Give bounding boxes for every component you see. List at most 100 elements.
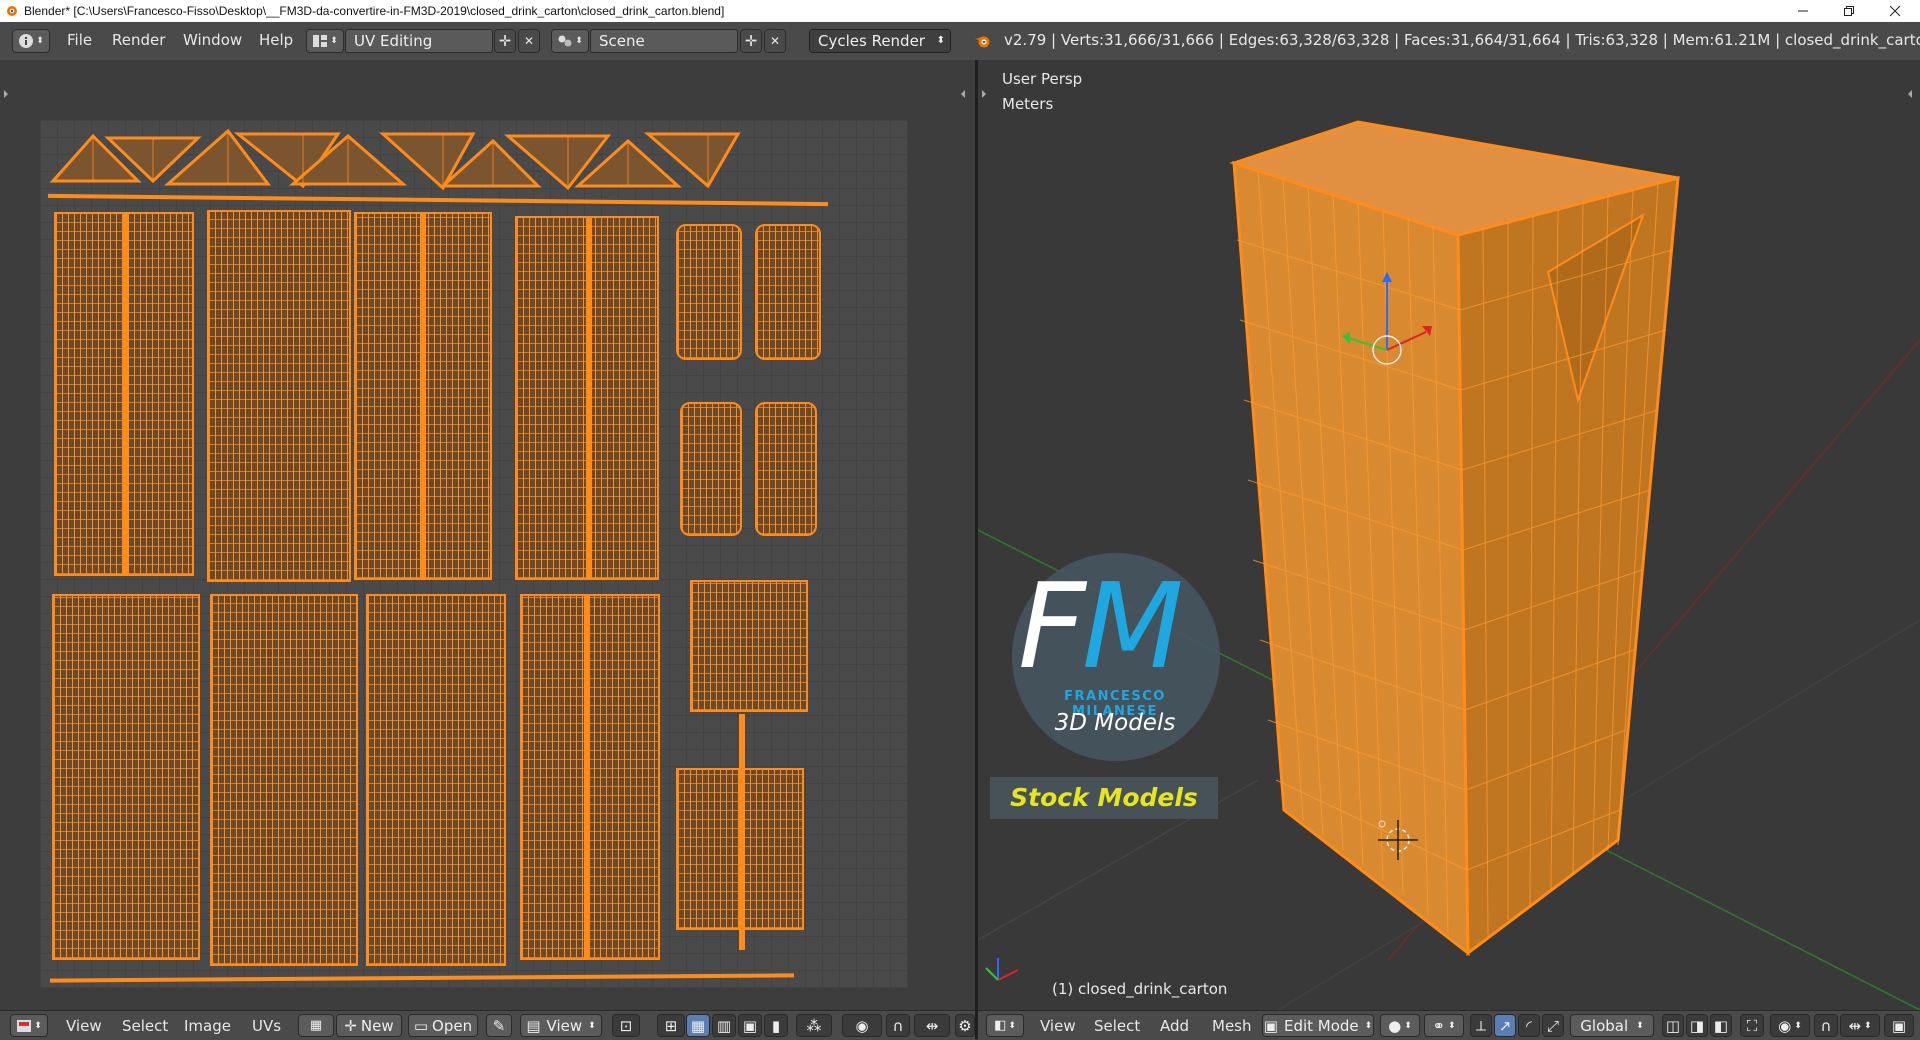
chevron-updown-icon: ⬍	[1864, 1020, 1872, 1031]
island-select-button[interactable]: ▮	[764, 1014, 788, 1037]
rotate-manipulator[interactable]: ◜	[1518, 1014, 1540, 1037]
viewport-shading-dropdown[interactable]: ● ⬍	[1380, 1014, 1420, 1037]
uv-island	[676, 224, 742, 360]
chevron-updown-icon: ⬍	[36, 36, 44, 46]
open-image-button[interactable]: ▭ Open	[408, 1014, 478, 1037]
snap-toggle[interactable]: ∩	[1814, 1014, 1838, 1037]
chevron-updown-icon: ⬍	[34, 1020, 42, 1031]
manipulator-icon: ⟂	[1475, 1016, 1486, 1035]
snap-element-dropdown[interactable]: ⇹ ⬍	[1840, 1014, 1880, 1037]
vertex-icon: ◫	[1665, 1016, 1681, 1035]
menu-window[interactable]: Window	[183, 31, 242, 49]
uv-island	[690, 580, 808, 712]
scene-statistics: v2.79 | Verts:31,666/31,666 | Edges:63,3…	[1004, 31, 1920, 49]
minimize-button[interactable]	[1780, 0, 1826, 22]
chevron-updown-icon: ⬍	[1364, 1020, 1373, 1031]
orientation-label: Global	[1580, 1016, 1629, 1035]
mode-dropdown[interactable]: ▣ Edit Mode ⬍	[1262, 1014, 1374, 1037]
vertex-select-icon: ▦	[690, 1016, 706, 1035]
uv-menu-uvs[interactable]: UVs	[252, 1017, 281, 1035]
view-mode-dropdown[interactable]: ▤ View ⬍	[520, 1014, 602, 1037]
proportional-edit-dropdown[interactable]: ◉	[842, 1014, 882, 1037]
watermark-subtitle: 3D Models	[1054, 710, 1176, 736]
sticky-selection-dropdown[interactable]: ⁂	[796, 1014, 832, 1037]
proportional-edit-dropdown[interactable]: ◉ ⬍	[1770, 1014, 1810, 1037]
3d-viewport[interactable]: User Persp Meters (1) closed_drink_carto…	[978, 60, 1920, 1010]
screen-layout-name[interactable]: UV Editing	[345, 29, 493, 53]
image-browse-button[interactable]: ▦	[298, 1014, 334, 1037]
chevron-updown-icon: ⬍	[588, 1020, 596, 1031]
restore-icon	[1844, 6, 1854, 16]
scale-manipulator[interactable]: ⤢	[1542, 1014, 1564, 1037]
pin-button[interactable]: ✎	[486, 1014, 512, 1037]
editor-type-button[interactable]: ⬍	[12, 29, 50, 53]
opengl-render-button[interactable]: ▣	[1884, 1014, 1914, 1037]
face-select-icon: ▣	[742, 1016, 758, 1035]
close-button[interactable]	[1872, 0, 1918, 22]
uv-image-editor[interactable]	[0, 60, 975, 1010]
image-icon: ▦	[309, 1018, 323, 1033]
snap-toggle[interactable]: ∩	[886, 1014, 910, 1037]
limit-selection-toggle[interactable]: ⛶	[1740, 1014, 1764, 1037]
uv-menu-view[interactable]: View	[66, 1017, 102, 1035]
gear-icon: ⚙	[958, 1016, 972, 1035]
3d-menu-view[interactable]: View	[1040, 1017, 1076, 1035]
expand-toolshelf-arrow[interactable]	[4, 90, 8, 98]
menu-render[interactable]: Render	[112, 31, 165, 49]
uv-menu-image[interactable]: Image	[184, 1017, 231, 1035]
manipulator-toggle[interactable]: ⟂	[1470, 1014, 1492, 1037]
window-title: Blender* [C:\Users\Francesco-Fisso\Deskt…	[24, 4, 725, 18]
uv-display-button[interactable]: ⚙	[955, 1014, 975, 1037]
open-label: Open	[432, 1016, 473, 1035]
pin-icon: ✎	[492, 1016, 506, 1035]
vertex-select-mode[interactable]: ◫	[1662, 1014, 1684, 1037]
proportional-edit-icon: ◉	[1778, 1016, 1792, 1035]
delete-screen-button[interactable]: ✕	[518, 29, 540, 53]
sync-selection-button[interactable]: ⊞	[657, 1014, 685, 1037]
render-engine-dropdown[interactable]: Cycles Render ⬍	[809, 29, 951, 53]
edge-select-mode[interactable]: ◨	[1686, 1014, 1708, 1037]
scene-selector[interactable]: ⬍	[551, 29, 589, 53]
chevron-updown-icon: ⬍	[575, 36, 583, 46]
new-image-button[interactable]: ✛ New	[336, 1014, 402, 1037]
scene-name[interactable]: Scene	[590, 29, 738, 53]
menu-file[interactable]: File	[67, 31, 92, 49]
mode-label: Edit Mode	[1283, 1016, 1359, 1035]
expand-properties-arrow[interactable]	[961, 90, 965, 98]
sticky-icon: ⁂	[806, 1016, 822, 1035]
transform-orientation-dropdown[interactable]: Global ⬍	[1570, 1014, 1654, 1037]
menu-help[interactable]: Help	[259, 31, 293, 49]
snap-element-dropdown[interactable]: ⇹	[914, 1014, 950, 1037]
info-header: ⬍ File Render Window Help ⬍ UV Editing ✛…	[0, 22, 1920, 61]
delete-scene-button[interactable]: ✕	[764, 29, 786, 53]
face-icon: ◧	[1713, 1016, 1729, 1035]
screen-layout-selector[interactable]: ⬍	[306, 29, 344, 53]
restore-button[interactable]	[1826, 0, 1872, 22]
chevron-updown-icon: ⬍	[936, 35, 945, 46]
3d-menu-mesh[interactable]: Mesh	[1212, 1017, 1252, 1035]
plus-icon: ✛	[344, 1016, 357, 1035]
face-select-button[interactable]: ▣	[738, 1014, 762, 1037]
uv-menu-select[interactable]: Select	[122, 1017, 168, 1035]
close-icon: ✕	[523, 34, 535, 48]
vertex-select-button[interactable]: ▦	[686, 1014, 710, 1037]
chevron-updown-icon: ⬍	[1404, 1020, 1412, 1031]
translate-manipulator[interactable]: ↗	[1494, 1014, 1516, 1037]
active-object-label: (1) closed_drink_carton	[1052, 980, 1228, 998]
stock-models-text: Stock Models	[1010, 783, 1198, 812]
pivot-icon: ⚭	[1432, 1016, 1446, 1035]
add-screen-button[interactable]: ✛	[494, 29, 516, 53]
face-select-mode[interactable]: ◧	[1710, 1014, 1732, 1037]
uv-grid-canvas[interactable]	[40, 120, 908, 988]
editor-type-button[interactable]: ⬍	[10, 1014, 48, 1037]
render-engine-label: Cycles Render	[818, 32, 925, 50]
edge-select-button[interactable]: ▥	[712, 1014, 736, 1037]
uv-island	[52, 594, 200, 960]
add-scene-button[interactable]: ✛	[740, 29, 762, 53]
pivot-button[interactable]: ⊡	[612, 1014, 640, 1037]
pivot-point-dropdown[interactable]: ⚭ ⬍	[1424, 1014, 1464, 1037]
watermark-fm-letters: FM	[1018, 567, 1184, 685]
3d-menu-add[interactable]: Add	[1160, 1017, 1189, 1035]
3d-menu-select[interactable]: Select	[1094, 1017, 1140, 1035]
editor-type-button[interactable]: ◧ ⬍	[986, 1014, 1024, 1037]
